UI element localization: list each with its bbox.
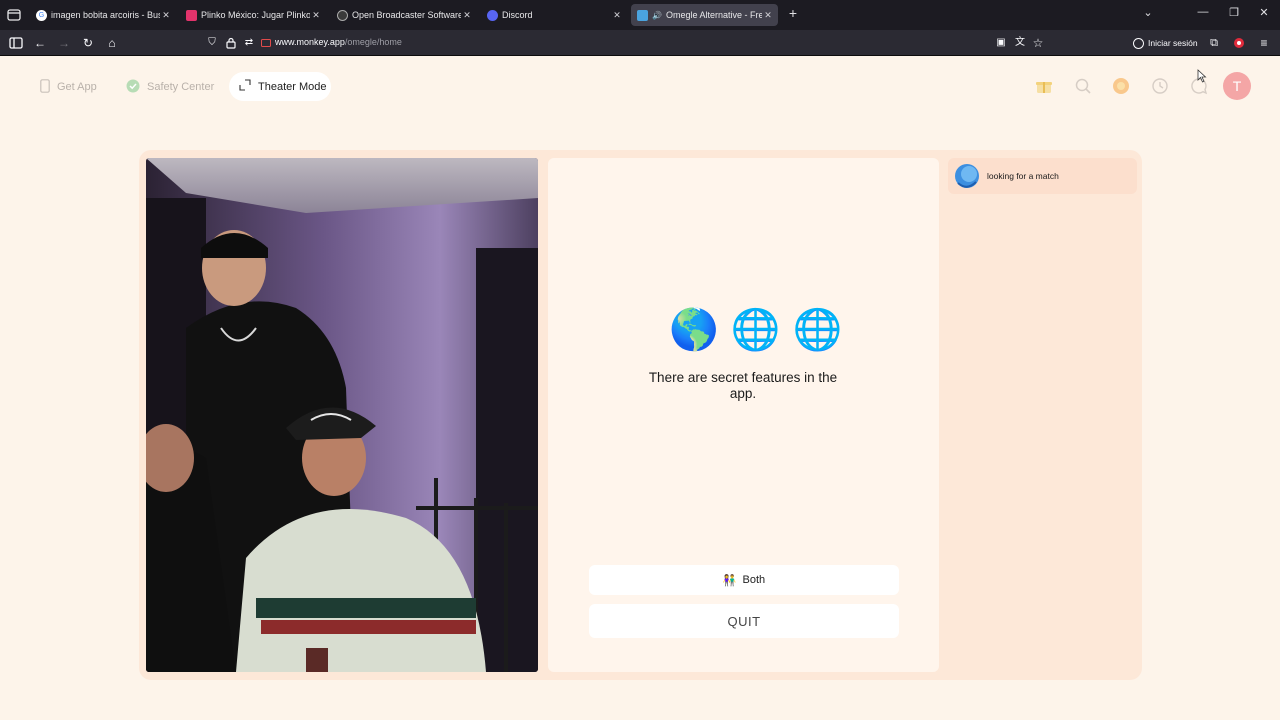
- close-icon[interactable]: ✕: [762, 10, 774, 21]
- chat-status-text: looking for a match: [987, 171, 1059, 181]
- url-host: www.monkey.app: [275, 37, 345, 47]
- sign-in-label: Iniciar sesión: [1148, 38, 1198, 48]
- close-icon[interactable]: ✕: [611, 10, 623, 21]
- sign-in-button[interactable]: Iniciar sesión: [1133, 35, 1198, 51]
- quit-label: QUIT: [727, 613, 761, 629]
- tab-title: Omegle Alternative - Free Video Chat: [665, 10, 762, 20]
- tab-title: Plinko México: Jugar Plinko Casino: [201, 10, 310, 20]
- discord-icon: [487, 9, 498, 21]
- close-icon[interactable]: ✕: [461, 10, 473, 21]
- video-frame-illustration: [146, 158, 538, 672]
- both-label: Both: [742, 574, 766, 586]
- safety-center-label: Safety Center: [147, 81, 215, 93]
- account-icon: [1133, 37, 1144, 49]
- extension-badge-icon[interactable]: [1231, 35, 1247, 51]
- coin-icon[interactable]: [1112, 77, 1130, 95]
- translate-icon[interactable]: 文: [1012, 35, 1028, 51]
- browser-tab-google[interactable]: G imagen bobita arcoiris - Buscar ✕: [30, 4, 176, 26]
- couple-icon: 👫: [722, 574, 737, 587]
- user-avatar[interactable]: T: [1223, 72, 1251, 100]
- close-icon[interactable]: ✕: [160, 10, 172, 21]
- shield-icon[interactable]: ⛉: [204, 35, 220, 51]
- reload-icon[interactable]: ↻: [80, 35, 96, 51]
- new-tab-button[interactable]: +: [784, 5, 802, 21]
- url-bar[interactable]: www.monkey.app/omegle/home: [275, 37, 402, 47]
- safety-center-link[interactable]: Safety Center: [126, 76, 214, 98]
- bookmark-star-icon[interactable]: ☆: [1030, 35, 1046, 51]
- globe-meridians-icon: 🌐: [730, 308, 781, 352]
- shield-check-icon: [126, 79, 140, 96]
- browser-tab-discord[interactable]: Discord ✕: [481, 4, 627, 26]
- home-icon[interactable]: ⌂: [104, 35, 120, 51]
- earth-globe-icon: 🌎: [669, 308, 719, 352]
- lock-icon[interactable]: [223, 35, 239, 51]
- browser-tab-strip: G imagen bobita arcoiris - Buscar ✕ Plin…: [0, 0, 1280, 30]
- browser-tab-omegle-alternative[interactable]: 🔊 Omegle Alternative - Free Video Chat ✕: [631, 4, 778, 26]
- reader-view-icon[interactable]: ▣: [993, 35, 1009, 51]
- tab-list-chevron-down-icon[interactable]: ⌄: [1139, 6, 1157, 19]
- minimize-button[interactable]: —: [1194, 6, 1212, 18]
- tab-overview-icon[interactable]: [6, 7, 22, 23]
- close-icon[interactable]: ✕: [310, 10, 322, 21]
- forward-arrow-icon[interactable]: →: [56, 35, 72, 51]
- tab-title: Open Broadcaster Software | OBS: [352, 10, 461, 20]
- search-icon[interactable]: [1074, 77, 1092, 95]
- google-icon: G: [36, 9, 47, 21]
- user-initial: T: [1232, 78, 1242, 94]
- monkey-icon: [637, 9, 648, 21]
- chat-status-message: looking for a match: [948, 158, 1137, 194]
- gender-filter-both-button[interactable]: 👫 Both: [589, 565, 899, 595]
- local-video-feed: [146, 158, 538, 672]
- obs-icon: [337, 9, 348, 21]
- secret-features-tip: There are secret features in the app.: [648, 370, 838, 401]
- history-clock-icon[interactable]: [1151, 77, 1169, 95]
- get-app-link[interactable]: Get App: [40, 76, 97, 98]
- get-app-label: Get App: [57, 81, 97, 93]
- browser-tab-plinko[interactable]: Plinko México: Jugar Plinko Casino ✕: [180, 4, 326, 26]
- globe-meridians-icon: 🌐: [792, 308, 843, 352]
- browser-tab-obs[interactable]: Open Broadcaster Software | OBS ✕: [331, 4, 477, 26]
- restore-button[interactable]: ❐: [1225, 6, 1243, 19]
- plinko-icon: [186, 9, 197, 21]
- sidebar-toggle-icon[interactable]: [8, 35, 24, 51]
- speaker-icon[interactable]: 🔊: [652, 11, 662, 20]
- mouse-cursor-icon: [1197, 69, 1207, 83]
- tab-title: imagen bobita arcoiris - Buscar: [51, 10, 160, 20]
- camera-sharing-icon[interactable]: [258, 35, 274, 51]
- browser-toolbar: ← → ↻ ⌂ ⛉ ⇄ www.monkey.app/omegle/home ▣…: [0, 30, 1280, 56]
- menu-hamburger-icon[interactable]: ≡: [1256, 35, 1272, 51]
- url-path: /omegle/home: [344, 37, 402, 47]
- theater-mode-button[interactable]: Theater Mode: [229, 72, 331, 101]
- theater-mode-label: Theater Mode: [258, 80, 327, 93]
- expand-icon: [239, 79, 251, 94]
- quit-button[interactable]: QUIT: [589, 604, 899, 638]
- phone-icon: [40, 78, 50, 96]
- tab-title: Discord: [502, 10, 533, 20]
- globe-row: 🌎 🌐 🌐: [669, 308, 842, 352]
- gift-icon[interactable]: [1035, 77, 1053, 95]
- back-arrow-icon[interactable]: ←: [32, 35, 48, 51]
- permissions-icon[interactable]: ⇄: [241, 35, 257, 51]
- extensions-puzzle-icon[interactable]: ⧉: [1206, 35, 1222, 51]
- window-close-button[interactable]: ✕: [1255, 6, 1273, 19]
- monkey-bot-icon: [955, 164, 979, 188]
